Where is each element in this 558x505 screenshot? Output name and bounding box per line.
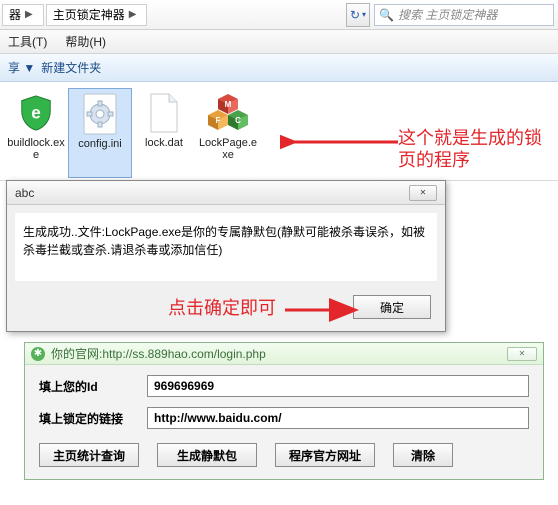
chevron-right-icon: ▶ (21, 9, 37, 20)
button-row: 主页统计查询 生成静默包 程序官方网址 清除 (39, 439, 529, 467)
menu-help[interactable]: 帮助(H) (65, 33, 106, 50)
file-item-lockdat[interactable]: lock.dat (132, 88, 196, 178)
label-url: 填上锁定的链接 (39, 410, 147, 427)
dialog-titlebar: abc ✕ (7, 181, 445, 205)
file-label: buildlock.exe (6, 137, 66, 161)
breadcrumb-seg-root[interactable]: 器 ▶ (2, 4, 44, 26)
document-icon (143, 92, 185, 134)
ok-button[interactable]: 确定 (353, 295, 431, 319)
svg-text:M: M (225, 100, 232, 109)
svg-text:e: e (31, 104, 41, 123)
close-button[interactable]: ✕ (507, 347, 537, 361)
chevron-down-icon: ▾ (362, 10, 366, 19)
breadcrumb-text: 主页锁定神器 (53, 6, 125, 23)
chevron-right-icon: ▶ (125, 9, 141, 20)
menu-bar: 工具(T) 帮助(H) (0, 30, 558, 54)
file-item-buildlock[interactable]: e buildlock.exe (4, 88, 68, 178)
address-bar: 器 ▶ 主页锁定神器 ▶ ↻ ▾ 🔍 搜索 主页锁定神器 (0, 0, 558, 30)
search-icon: 🔍 (379, 8, 394, 22)
close-button[interactable]: ✕ (409, 185, 437, 201)
search-placeholder: 搜索 主页锁定神器 (398, 6, 497, 23)
annotation-ok: 点击确定即可 (168, 298, 276, 320)
window-titlebar: ✱ 你的官网:http://ss.889hao.com/login.php ✕ (25, 343, 543, 365)
stats-button[interactable]: 主页统计查询 (39, 443, 139, 467)
input-url[interactable] (147, 407, 529, 429)
file-item-config[interactable]: config.ini (68, 88, 132, 178)
refresh-button[interactable]: ↻ ▾ (346, 3, 370, 27)
file-label: lock.dat (145, 137, 183, 149)
breadcrumb-text: 器 (9, 6, 21, 23)
clear-button[interactable]: 清除 (393, 443, 453, 467)
close-icon: ✕ (420, 188, 427, 197)
svg-text:F: F (216, 116, 221, 125)
row-id: 填上您的Id (39, 375, 529, 397)
arrow-icon (283, 298, 363, 322)
breadcrumb-seg-folder[interactable]: 主页锁定神器 ▶ (46, 4, 148, 26)
search-input[interactable]: 🔍 搜索 主页锁定神器 (374, 4, 554, 26)
window-title: 你的官网:http://ss.889hao.com/login.php (51, 345, 266, 362)
menu-tools[interactable]: 工具(T) (8, 33, 47, 50)
toolbar-newfolder[interactable]: 新建文件夹 (41, 59, 101, 76)
main-tool-window: ✱ 你的官网:http://ss.889hao.com/login.php ✕ … (24, 342, 544, 480)
gear-icon (79, 93, 121, 135)
dialog-message: 生成成功..文件:LockPage.exe是你的专属静默包(静默可能被杀毒误杀，… (15, 213, 437, 281)
build-button[interactable]: 生成静默包 (157, 443, 257, 467)
app-icon: ✱ (31, 347, 45, 361)
refresh-icon: ↻ (350, 8, 360, 22)
row-url: 填上锁定的链接 (39, 407, 529, 429)
cubes-icon: M F C (207, 92, 249, 134)
dialog-title-text: abc (15, 186, 34, 200)
label-id: 填上您的Id (39, 378, 147, 395)
arrow-icon (280, 128, 400, 156)
input-id[interactable] (147, 375, 529, 397)
annotation-lockpage: 这个就是生成的锁 页的程序 (398, 128, 542, 171)
shield-icon: e (15, 92, 57, 134)
svg-text:C: C (235, 116, 241, 125)
file-label: config.ini (78, 138, 121, 150)
official-button[interactable]: 程序官方网址 (275, 443, 375, 467)
toolbar: 享 ▼ 新建文件夹 (0, 54, 558, 82)
toolbar-share[interactable]: 享 ▼ (8, 59, 35, 76)
file-label: LockPage.exe (198, 137, 258, 161)
close-icon: ✕ (519, 349, 526, 358)
file-item-lockpage[interactable]: M F C LockPage.exe (196, 88, 260, 178)
